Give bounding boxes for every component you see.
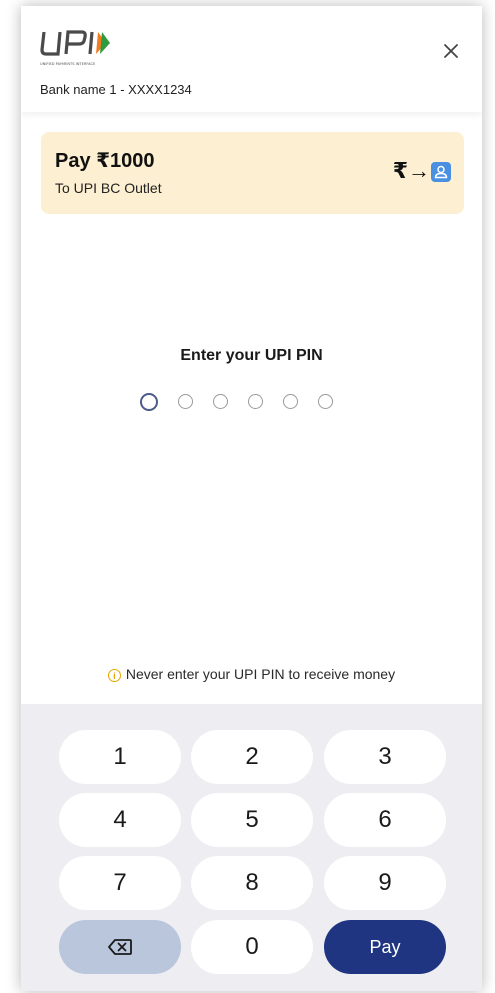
payment-amount: Pay ₹1000 (55, 150, 155, 172)
payment-summary-card: Pay ₹1000 To UPI BC Outlet ₹→ (41, 132, 464, 214)
pin-prompt-title: Enter your UPI PIN (180, 347, 323, 364)
key-6[interactable]: 6 (324, 793, 446, 847)
rupee-transfer-icon: ₹→ (392, 158, 430, 183)
pin-digit-5 (283, 394, 298, 409)
pin-digit-1 (140, 393, 158, 411)
pin-digit-3 (213, 394, 228, 409)
close-button[interactable] (438, 38, 464, 64)
upi-logo-subtext: UNIFIED PAYMENTS INTERFACE (40, 62, 96, 66)
backspace-icon (108, 939, 132, 955)
numeric-keypad: 1 2 3 4 5 6 7 8 9 0 Pay (21, 704, 482, 991)
header: UNIFIED PAYMENTS INTERFACE Bank name 1 -… (21, 6, 482, 112)
key-4[interactable]: 4 (59, 793, 181, 847)
upi-logo: UNIFIED PAYMENTS INTERFACE (40, 28, 130, 72)
upi-pin-screen: UNIFIED PAYMENTS INTERFACE Bank name 1 -… (21, 6, 482, 991)
key-7[interactable]: 7 (59, 856, 181, 910)
info-icon: i (107, 669, 121, 682)
pin-digit-4 (248, 394, 263, 409)
key-1[interactable]: 1 (59, 730, 181, 784)
pin-digit-6 (318, 394, 333, 409)
key-5[interactable]: 5 (191, 793, 313, 847)
pin-digit-2 (178, 394, 193, 409)
payee-name: To UPI BC Outlet (55, 180, 162, 196)
security-warning-text: Never enter your UPI PIN to receive mone… (125, 666, 396, 682)
key-0[interactable]: 0 (191, 920, 313, 974)
pin-entry-field[interactable] (140, 393, 333, 416)
bank-account-label: Bank name 1 - XXXX1234 (40, 82, 192, 97)
key-8[interactable]: 8 (191, 856, 313, 910)
key-2[interactable]: 2 (191, 730, 313, 784)
backspace-button[interactable] (59, 920, 181, 974)
security-warning: i Never enter your UPI PIN to receive mon… (21, 666, 482, 682)
key-9[interactable]: 9 (324, 856, 446, 910)
pay-button[interactable]: Pay (324, 920, 446, 974)
payee-user-icon (431, 162, 451, 182)
close-icon (444, 44, 458, 58)
key-3[interactable]: 3 (324, 730, 446, 784)
